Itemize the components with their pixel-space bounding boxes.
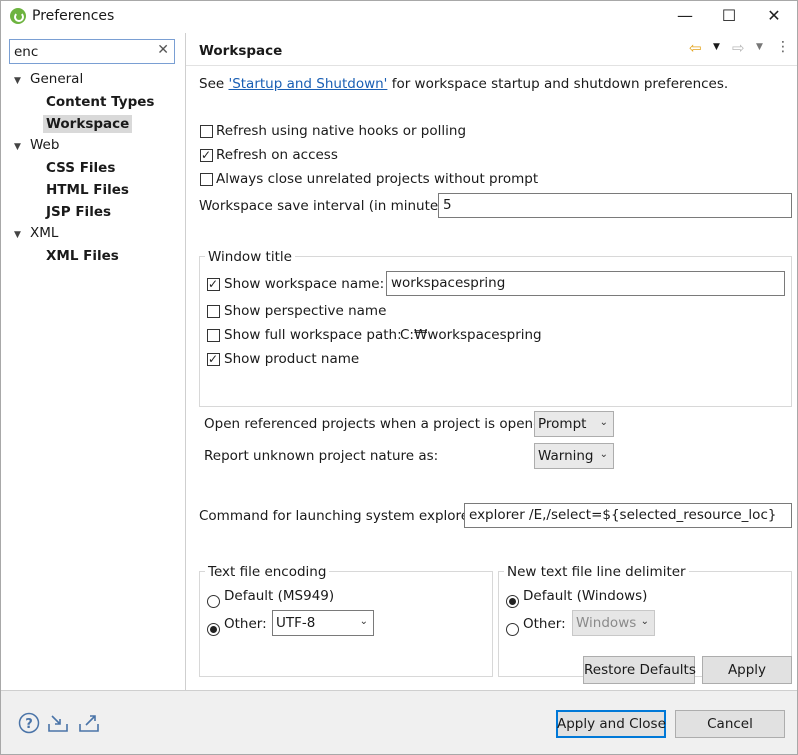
encoding-value[interactable]: UTF-8 bbox=[276, 615, 315, 631]
minimize-button[interactable]: — bbox=[663, 3, 707, 31]
show-workspace-name-checkbox[interactable] bbox=[207, 276, 220, 292]
preference-tree-pane: enc ✕ ▼ General Content Types Workspace … bbox=[1, 33, 186, 690]
dialog-footer: ? Apply and Close Cancel bbox=[1, 690, 797, 754]
open-referenced-select[interactable]: Prompt ⌄ bbox=[534, 411, 614, 437]
page-header: Workspace ⇦ ▼ ⇨ ▼ ⋮ bbox=[186, 33, 797, 66]
import-icon[interactable] bbox=[47, 712, 69, 734]
show-product-label[interactable]: Show product name bbox=[224, 351, 359, 367]
help-icon[interactable]: ? bbox=[18, 712, 40, 734]
delimiter-default-radio[interactable] bbox=[506, 595, 519, 608]
tree-item-xml-files[interactable]: XML Files bbox=[46, 248, 119, 264]
workspace-name-input[interactable]: workspacespring bbox=[386, 271, 785, 296]
intro-text: See 'Startup and Shutdown' for workspace… bbox=[199, 76, 728, 92]
delimiter-value: Windows bbox=[576, 615, 637, 631]
delimiter-default-label[interactable]: Default (Windows) bbox=[523, 588, 647, 604]
tree-item-web[interactable]: Web bbox=[30, 137, 59, 153]
close-button[interactable]: ✕ bbox=[752, 3, 796, 31]
show-product-checkbox[interactable] bbox=[207, 351, 220, 367]
chevron-down-icon: ⌄ bbox=[359, 616, 368, 627]
encoding-default-radio[interactable] bbox=[207, 595, 220, 608]
encoding-group-label: Text file encoding bbox=[205, 564, 330, 580]
tree-item-jsp-files[interactable]: JSP Files bbox=[46, 204, 111, 220]
filter-input-value[interactable]: enc bbox=[14, 44, 38, 60]
intro-suffix: for workspace startup and shutdown prefe… bbox=[387, 76, 729, 92]
encoding-other-radio[interactable] bbox=[207, 623, 220, 636]
forward-history-dropdown-icon[interactable]: ▼ bbox=[756, 42, 763, 52]
command-label: Command for launching system explorer: bbox=[199, 508, 479, 524]
always-close-label[interactable]: Always close unrelated projects without … bbox=[216, 171, 538, 187]
tree-item-general[interactable]: General bbox=[30, 71, 83, 87]
view-menu-icon[interactable]: ⋮ bbox=[776, 39, 790, 55]
command-input[interactable]: explorer /E,/select=${selected_resource_… bbox=[464, 503, 792, 528]
apply-button[interactable]: Apply bbox=[702, 656, 792, 684]
encoding-default-label[interactable]: Default (MS949) bbox=[224, 588, 334, 604]
show-full-path-checkbox[interactable] bbox=[207, 329, 220, 342]
encoding-select[interactable]: UTF-8 ⌄ bbox=[272, 610, 374, 636]
intro-prefix: See bbox=[199, 76, 229, 92]
save-interval-label: Workspace save interval (in minutes): bbox=[199, 198, 456, 214]
tree-item-xml[interactable]: XML bbox=[30, 225, 58, 241]
show-perspective-label[interactable]: Show perspective name bbox=[224, 303, 386, 319]
save-interval-input[interactable]: 5 bbox=[438, 193, 792, 218]
startup-shutdown-link[interactable]: 'Startup and Shutdown' bbox=[228, 76, 387, 92]
delimiter-select: Windows ⌄ bbox=[572, 610, 655, 636]
refresh-access-label[interactable]: Refresh on access bbox=[216, 147, 338, 163]
report-unknown-value[interactable]: Warning bbox=[538, 448, 594, 464]
cancel-button[interactable]: Cancel bbox=[675, 710, 785, 738]
back-arrow-icon[interactable]: ⇦ bbox=[689, 39, 702, 57]
tree-item-html-files[interactable]: HTML Files bbox=[46, 182, 129, 198]
svg-text:?: ? bbox=[25, 717, 33, 732]
spring-app-icon bbox=[10, 8, 26, 24]
export-icon[interactable] bbox=[78, 712, 100, 734]
window-title: Preferences bbox=[32, 8, 115, 24]
title-bar: Preferences — ☐ ✕ bbox=[1, 1, 797, 33]
expand-xml-icon[interactable]: ▼ bbox=[14, 230, 21, 240]
open-referenced-label: Open referenced projects when a project … bbox=[204, 416, 555, 432]
delimiter-other-label[interactable]: Other: bbox=[523, 616, 566, 632]
tree-item-css-files[interactable]: CSS Files bbox=[46, 160, 115, 176]
delimiter-other-radio[interactable] bbox=[506, 623, 519, 636]
maximize-button[interactable]: ☐ bbox=[707, 3, 751, 31]
back-history-dropdown-icon[interactable]: ▼ bbox=[713, 42, 720, 52]
show-workspace-name-label[interactable]: Show workspace name: bbox=[224, 276, 384, 292]
show-full-path-label[interactable]: Show full workspace path: bbox=[224, 327, 402, 343]
report-unknown-select[interactable]: Warning ⌄ bbox=[534, 443, 614, 469]
expand-general-icon[interactable]: ▼ bbox=[14, 76, 21, 86]
encoding-other-label[interactable]: Other: bbox=[224, 616, 267, 632]
refresh-access-checkbox[interactable] bbox=[200, 147, 213, 163]
page-title: Workspace bbox=[199, 43, 283, 59]
expand-web-icon[interactable]: ▼ bbox=[14, 142, 21, 152]
delimiter-group-label: New text file line delimiter bbox=[504, 564, 689, 580]
chevron-down-icon: ⌄ bbox=[640, 616, 649, 627]
restore-defaults-button[interactable]: Restore Defaults bbox=[583, 656, 696, 684]
refresh-native-checkbox[interactable] bbox=[200, 125, 213, 138]
tree-item-content-types[interactable]: Content Types bbox=[46, 94, 154, 110]
forward-arrow-icon[interactable]: ⇨ bbox=[732, 39, 745, 57]
report-unknown-label: Report unknown project nature as: bbox=[204, 448, 439, 464]
apply-and-close-button[interactable]: Apply and Close bbox=[556, 710, 666, 738]
preference-page-pane: Workspace ⇦ ▼ ⇨ ▼ ⋮ See 'Startup and Shu… bbox=[186, 33, 797, 690]
open-referenced-value[interactable]: Prompt bbox=[538, 416, 586, 432]
refresh-native-label[interactable]: Refresh using native hooks or polling bbox=[216, 123, 466, 139]
tree-item-workspace-label[interactable]: Workspace bbox=[43, 115, 133, 133]
window-title-group-label: Window title bbox=[205, 249, 295, 265]
preferences-window: Preferences — ☐ ✕ enc ✕ ▼ General Conten… bbox=[0, 0, 798, 755]
always-close-checkbox[interactable] bbox=[200, 173, 213, 186]
full-path-value: C:₩workspacespring bbox=[400, 327, 542, 343]
chevron-down-icon: ⌄ bbox=[599, 449, 608, 460]
clear-filter-icon[interactable]: ✕ bbox=[157, 42, 169, 58]
chevron-down-icon: ⌄ bbox=[599, 417, 608, 428]
filter-input[interactable]: enc ✕ bbox=[9, 39, 175, 64]
show-perspective-checkbox[interactable] bbox=[207, 305, 220, 318]
tree-item-workspace[interactable]: Workspace bbox=[43, 115, 133, 133]
page-body: See 'Startup and Shutdown' for workspace… bbox=[186, 66, 797, 690]
